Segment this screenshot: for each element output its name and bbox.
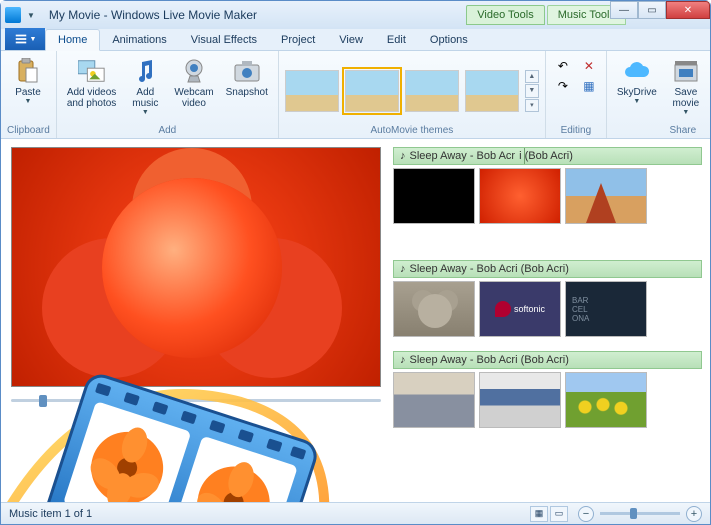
snapshot-button[interactable]: Snapshot [222,53,272,98]
skydrive-button[interactable]: SkyDrive ▼ [613,53,661,105]
file-tab[interactable]: ▼ [5,28,45,50]
theme-thumb-1[interactable] [285,70,339,112]
clip-softonic[interactable]: softonic [479,281,561,337]
zoom-slider[interactable] [600,512,680,515]
save-movie-button[interactable]: Save movie ▼ [665,53,707,116]
theme-thumb-2[interactable] [345,70,399,112]
rotate-right-icon[interactable]: ↷ [554,77,572,95]
track-header-3[interactable]: ♪ Sleep Away - Bob Acri (Bob Acri) [393,351,702,369]
webcam-video-button[interactable]: Webcam video [170,53,217,109]
seek-thumb[interactable] [39,395,47,407]
storyboard[interactable]: ♪ Sleep Away - Bob Acr i (Bob Acri) A My… [391,139,710,502]
app-window: ▼ My Movie - Windows Live Movie Maker Vi… [0,0,711,525]
tab-visual-effects[interactable]: Visual Effects [179,30,269,50]
music-note-icon: ♪ [400,150,406,162]
theme-thumb-4[interactable] [465,70,519,112]
track-header-1[interactable]: ♪ Sleep Away - Bob Acr i (Bob Acri) [393,147,702,165]
chevron-down-icon: ▼ [682,109,689,116]
group-label-clipboard: Clipboard [7,123,50,138]
clip-room[interactable] [393,372,475,428]
webcam-icon [180,57,208,85]
paste-button[interactable]: Paste ▼ [7,53,49,105]
ribbon: Paste ▼ Clipboard Add videos and photos [1,51,710,139]
rotate-left-icon[interactable]: ↶ [554,57,572,75]
skydrive-icon [623,57,651,85]
window-title: My Movie - Windows Live Movie Maker [49,8,257,22]
prev-frame-button[interactable]: ⏮ [141,409,152,424]
group-automovie-themes: ▲ ▼ ▾ AutoMovie themes [279,51,546,138]
tab-options[interactable]: Options [418,30,480,50]
app-name: Windows Live Movie Maker [111,8,257,22]
context-tab-video-tools[interactable]: Video Tools [466,5,544,25]
tab-project[interactable]: Project [269,30,327,50]
group-label-editing: Editing [552,123,600,138]
seek-bar[interactable] [11,393,381,407]
view-thumbnails-button[interactable]: ▦ [530,506,548,522]
clip-koala[interactable] [393,281,475,337]
zoom-control: − + [578,506,702,522]
group-label-themes: AutoMovie themes [285,123,539,138]
add-music-button[interactable]: Add music ▼ [124,53,166,116]
group-label-share: Share [613,123,711,138]
music-note-icon: ♪ [400,354,406,366]
group-label-add: Add [63,123,272,138]
music-icon [131,57,159,85]
theme-scroll-up[interactable]: ▲ [525,70,539,83]
group-editing: ↶ ↷ ✕ ▦ Editing [546,51,607,138]
statusbar: Music item 1 of 1 ▦ ▭ − + [1,502,710,524]
save-movie-icon [672,57,700,85]
clip-tulips[interactable] [565,372,647,428]
select-all-icon[interactable]: ▦ [580,77,598,95]
theme-scroll-down[interactable]: ▼ [525,84,539,97]
theme-thumb-3[interactable] [405,70,459,112]
preview-pane: ⏮ ▶ ⏭ [1,139,391,502]
close-button[interactable]: ✕ [666,1,710,19]
add-media-icon [78,57,106,85]
play-button[interactable]: ▶ [162,409,171,424]
zoom-thumb[interactable] [630,508,637,519]
tab-view[interactable]: View [327,30,375,50]
qat-dropdown-icon[interactable]: ▼ [27,11,35,20]
chevron-down-icon: ▼ [142,109,149,116]
theme-gallery-expand[interactable]: ▾ [525,99,539,112]
file-menu-icon [14,32,28,46]
content-area: ⏮ ▶ ⏭ [1,139,710,502]
tab-home[interactable]: Home [45,29,100,51]
chevron-down-icon: ▼ [25,98,32,105]
chevron-down-icon: ▼ [633,98,640,105]
group-add: Add videos and photos Add music ▼ Webcam… [57,51,279,138]
app-icon [5,7,21,23]
zoom-out-button[interactable]: − [578,506,594,522]
clip-title[interactable]: A My Movie [393,168,475,224]
status-text: Music item 1 of 1 [9,508,92,520]
zoom-in-button[interactable]: + [686,506,702,522]
music-note-icon: ♪ [400,263,406,275]
titlebar: ▼ My Movie - Windows Live Movie Maker Vi… [1,1,710,29]
clip-office[interactable] [479,372,561,428]
preview-image [12,148,380,386]
group-share: SkyDrive ▼ Save movie ▼ Sign in [607,51,711,138]
next-frame-button[interactable]: ⏭ [181,409,192,424]
track-header-2[interactable]: ♪ Sleep Away - Bob Acri (Bob Acri) [393,260,702,278]
preview-monitor[interactable] [11,147,381,387]
track-3: ♪ Sleep Away - Bob Acri (Bob Acri) [393,351,702,428]
tab-edit[interactable]: Edit [375,30,418,50]
project-name: My Movie [49,8,100,22]
paste-icon [14,57,42,85]
snapshot-icon [233,57,261,85]
group-clipboard: Paste ▼ Clipboard [1,51,57,138]
track-1: ♪ Sleep Away - Bob Acr i (Bob Acri) A My… [393,147,702,224]
add-videos-photos-button[interactable]: Add videos and photos [63,53,121,109]
delete-icon[interactable]: ✕ [580,57,598,75]
clip-desert[interactable] [565,168,647,224]
clip-flower[interactable] [479,168,561,224]
ribbon-tabs: ▼ Home Animations Visual Effects Project… [1,29,710,51]
tab-animations[interactable]: Animations [100,30,178,50]
view-preview-button[interactable]: ▭ [550,506,568,522]
track-2: ♪ Sleep Away - Bob Acri (Bob Acri) softo… [393,260,702,337]
minimize-button[interactable]: — [610,1,638,19]
clip-barcelona[interactable]: BAR CEL ONA [565,281,647,337]
chevron-down-icon: ▼ [30,36,37,43]
maximize-button[interactable]: ▭ [638,1,666,19]
